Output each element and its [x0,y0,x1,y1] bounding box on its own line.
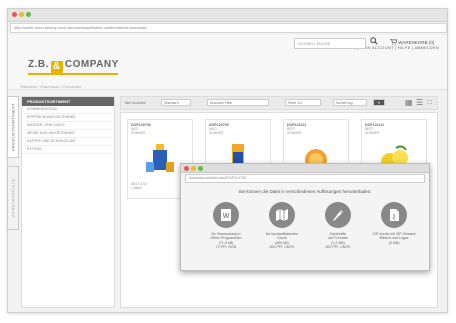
cart-label: WARENKORB (0) [398,40,435,45]
sidebar-item-water[interactable]: WASSER- UND LIMOS [22,122,114,130]
logo-underline [28,73,118,75]
zip-archive-icon [381,202,407,228]
option-line1: für Verwendung in [211,232,241,236]
sidebar-item-wine[interactable]: WEINE UND MIXGETRÄNKE [22,130,114,138]
product-image [144,144,176,174]
sort-select[interactable]: Standard [161,99,191,106]
quick-search-placeholder: SCHNELLSUCHE [298,41,331,46]
dialog-close-dot[interactable] [184,165,189,171]
product-toolbar: Alle Auswahl Standard Auswahl Filter Sei… [120,96,438,110]
side-tab-basket[interactable]: WARENKOBKISTE [7,166,19,230]
svg-text:W: W [223,213,230,220]
list-view-icon[interactable]: ☰ [416,99,423,107]
site-header: Z.B.&COMPANY ■ BENUTZERWECHSEL | MEIN AC… [8,35,447,90]
side-tab-label: WARENKOBKISTE [10,178,16,218]
logo-ampersand: & [50,61,63,73]
filter-select-value: Auswahl Filter [210,101,233,105]
dialog-minimize-dot[interactable] [191,165,196,171]
page-select[interactable]: Seite 1/1 [285,99,321,106]
option-line1: ZIP-Archiv mit ZIP-Gesamt [372,232,416,236]
pencil-icon [325,202,351,228]
product-sub2: SOMMER [287,131,302,135]
tile-view-icon[interactable]: ∷ [427,99,432,107]
address-bar[interactable]: http://zeller-mein-destny-mein.de/downlo… [10,23,447,33]
download-option-crop[interactable]: Zuschnitte auf Formate (1,2 MB) 300 PPI,… [313,202,363,250]
option-line2: Office-Programmen [210,236,242,241]
option-format: 300 PPI, CMYK [325,245,351,250]
side-tab-label: PRODUKTSORTIMENT [10,103,16,151]
sidebar-item-coffee[interactable]: KAFFEE UND SCHOKOLADE [22,138,114,146]
side-tab-product-range[interactable]: PRODUKTSORTIMENT [7,96,19,158]
option-format: 72 PPI, RGB [215,245,237,250]
close-window-dot[interactable] [12,12,17,17]
sort-label: Alle Auswahl [125,101,146,105]
option-size: (3 MB) [388,240,400,245]
option-size: (1,2 MB) [331,240,345,245]
category-sidebar: PRODUKTSORTIMENT SOMMERAKTION ERFRISCHUN… [21,96,115,308]
option-line2: auf Formate [328,236,348,241]
filter-select[interactable]: Auswahl Filter [207,99,269,106]
address-bar-text: http://zeller-mein-destny-mein.de/downlo… [14,25,147,30]
page-select-value: Seite 1/1 [288,101,303,105]
option-line1: Zuschnitte [329,232,347,236]
dialog-url-text: download.website.com/DOP110709 [189,176,246,180]
sort-select-value: Standard [164,101,179,105]
breadcrumb[interactable]: Startseite / Warenkorb / Download [20,84,81,89]
maximize-window-dot[interactable] [26,12,31,17]
product-sub2: SOMMER [131,131,146,135]
logo-prefix: Z.B. [28,59,49,70]
dialog-titlebar [181,164,429,173]
option-size: (71,5 kB) [218,240,234,245]
minimize-window-dot[interactable] [19,12,24,17]
download-option-zip[interactable]: ZIP-Archiv mit ZIP-Gesamt Bildern und Lo… [369,202,419,245]
option-format: 300 PPI, CMYK [269,245,295,250]
search-icon[interactable] [370,37,378,47]
browser-titlebar [8,9,447,22]
sidebar-item-refreshments[interactable]: ERFRISCHUNGSGETRÄNKE [22,114,114,122]
order-select-value: Sortierung [336,101,353,105]
word-document-icon: W [213,202,239,228]
product-image-count: 1 Bilder [131,186,142,190]
product-sub2: SOMMER [209,131,224,135]
option-size: (960 kB) [275,240,289,245]
sidebar-item-summer-sale[interactable]: SOMMERAKTION [22,106,114,114]
cart-button[interactable]: WARENKORB (0) [390,38,435,45]
dialog-maximize-dot[interactable] [198,165,203,171]
option-line2: Druck [277,236,287,241]
company-logo[interactable]: Z.B. & COMPANY [28,59,119,73]
quick-search-input[interactable]: SCHNELLSUCHE [294,38,366,49]
apply-sort-button[interactable]: ▾ [373,99,385,106]
option-line2: Bildern und Logos [379,236,409,241]
download-dialog: download.website.com/DOP110709 Sie könne… [180,163,430,271]
option-line1: für hochauflösenden [265,232,299,236]
download-option-office[interactable]: W für Verwendung in Office-Programmen (7… [201,202,251,250]
order-select[interactable]: Sortierung [333,99,367,106]
product-sub2: SOMMER [365,131,380,135]
logo-name: COMPANY [64,59,119,70]
dialog-address-bar[interactable]: download.website.com/DOP110709 [185,174,425,183]
apply-sort-label: ▾ [378,101,380,105]
dialog-title: Sie können die Datei in verschiedenen Au… [238,189,372,194]
sidebar-item-extras[interactable]: EXTRAS [22,146,114,154]
sidebar-title: PRODUKTSORTIMENT [22,97,114,106]
grid-view-icon[interactable]: ▦ [405,99,413,107]
product-date: 08.07.2013 1 Bilder [131,182,147,190]
map-icon [269,202,295,228]
download-option-print[interactable]: für hochauflösenden Druck (960 kB) 300 P… [257,202,307,250]
